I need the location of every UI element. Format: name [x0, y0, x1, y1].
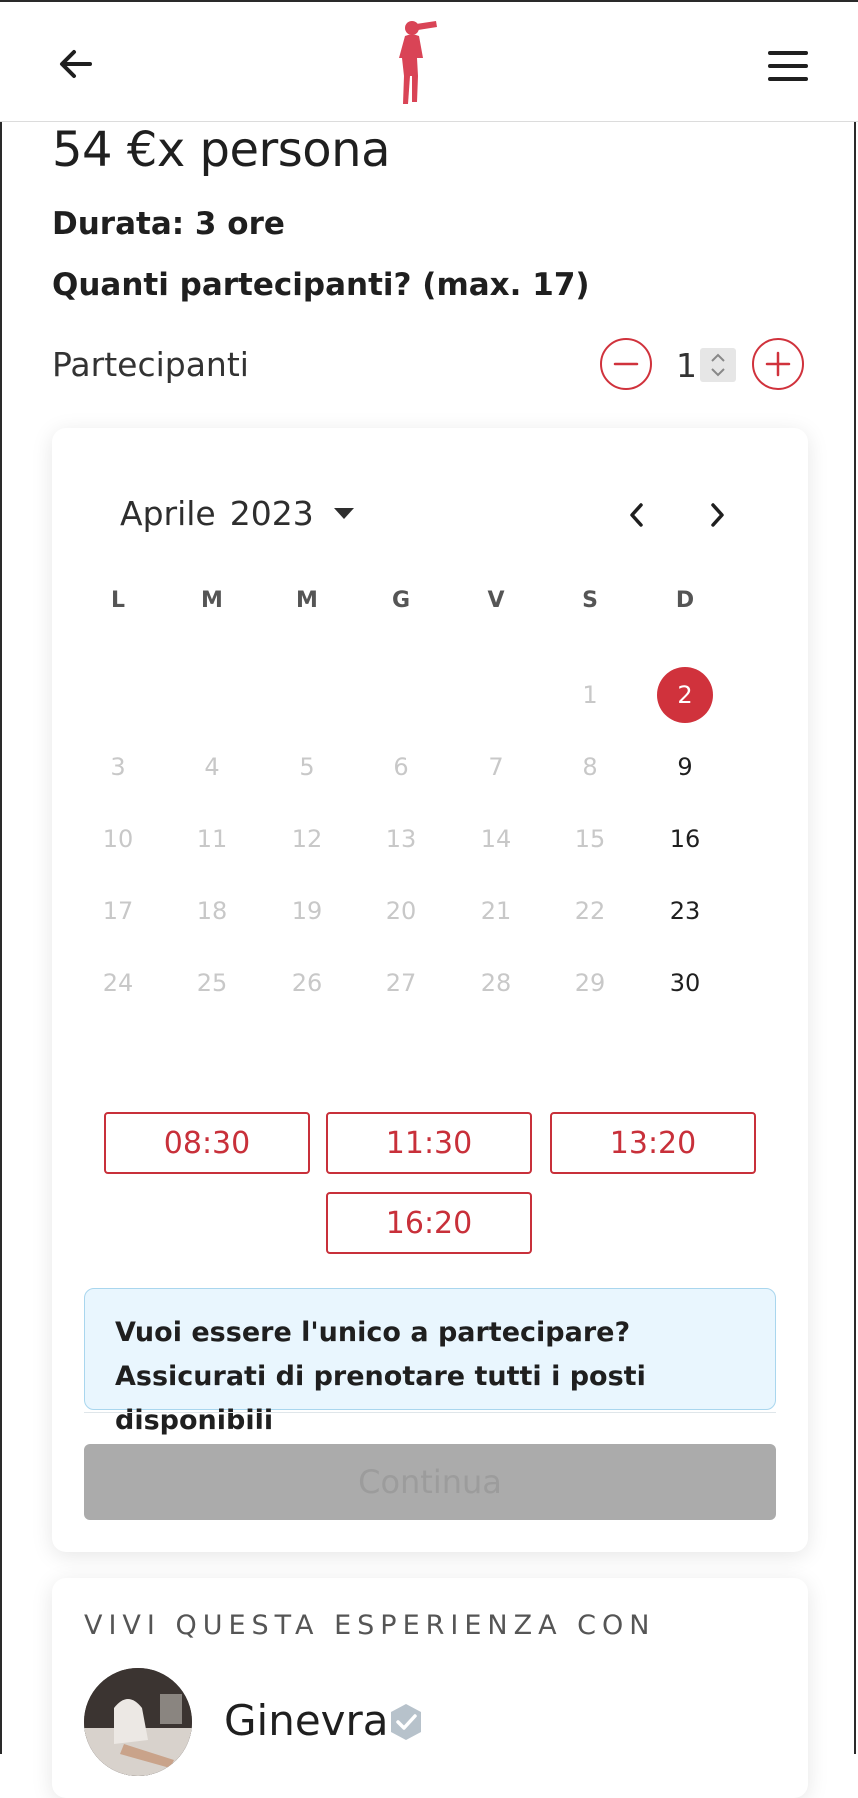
- calendar-year: 2023: [229, 494, 314, 533]
- divider: [84, 1412, 776, 1413]
- calendar-day: 28: [480, 969, 512, 997]
- host-photo: [84, 1668, 192, 1776]
- plus-icon: [765, 351, 791, 377]
- time-slot-button[interactable]: 08:30: [104, 1112, 310, 1174]
- calendar-day: 8: [582, 753, 598, 781]
- weekday-label: D: [675, 588, 695, 613]
- top-navigation-bar: [0, 0, 858, 122]
- calendar-day: 24: [102, 969, 134, 997]
- explorer-silhouette-logo[interactable]: [392, 18, 444, 108]
- verified-badge-icon: [391, 1704, 421, 1740]
- calendar-day: 14: [480, 825, 512, 853]
- host-card: VIVI QUESTA ESPERIENZA CON Ginevra: [52, 1578, 808, 1798]
- weekday-label: M: [201, 588, 223, 613]
- spinner-arrows-icon: [711, 353, 725, 377]
- back-button[interactable]: [50, 38, 102, 90]
- participants-question: Quanti partecipanti? (max. 17): [52, 267, 590, 303]
- caret-down-icon: [333, 508, 354, 519]
- minus-icon: [613, 362, 639, 366]
- calendar-day: 17: [102, 897, 134, 925]
- continue-button[interactable]: Continua: [84, 1444, 776, 1520]
- calendar-day: 18: [196, 897, 228, 925]
- calendar-day[interactable]: 16: [657, 811, 713, 867]
- calendar-month: Aprile: [120, 494, 216, 533]
- calendar-day: 5: [299, 753, 315, 781]
- time-slot-button[interactable]: 11:30: [326, 1112, 532, 1174]
- number-spinner[interactable]: [700, 348, 736, 382]
- next-month-button[interactable]: [692, 490, 742, 540]
- calendar-day: 21: [480, 897, 512, 925]
- participants-count[interactable]: 1: [676, 346, 697, 385]
- calendar-day[interactable]: 9: [657, 739, 713, 795]
- chevron-left-icon: [630, 503, 643, 527]
- calendar-day: 22: [574, 897, 606, 925]
- decrease-participants-button[interactable]: [600, 338, 652, 390]
- time-slot-button[interactable]: 16:20: [326, 1192, 532, 1254]
- info-message: Vuoi essere l'unico a partecipare? Assic…: [84, 1288, 776, 1436]
- calendar-day: 15: [574, 825, 606, 853]
- calendar-day-selected[interactable]: 2: [657, 667, 713, 723]
- increase-participants-button[interactable]: [752, 338, 804, 390]
- weekday-label: S: [582, 588, 598, 613]
- weekday-label: G: [391, 588, 411, 613]
- arrow-left-icon: [60, 50, 92, 78]
- calendar-day: 19: [291, 897, 323, 925]
- host-section-title: VIVI QUESTA ESPERIENZA CON: [84, 1610, 656, 1641]
- month-year-selector[interactable]: Aprile 2023: [120, 494, 354, 533]
- calendar-day: 20: [385, 897, 417, 925]
- calendar-day: 11: [196, 825, 228, 853]
- price-per-person: 54 €x persona: [52, 122, 390, 178]
- calendar-day: 13: [385, 825, 417, 853]
- time-slot-button[interactable]: 13:20: [550, 1112, 756, 1174]
- booking-card: Aprile 2023 LMMGVSD 1 2 3 4 5 6 7 8 9 10 11 12 13 14 1…: [52, 428, 808, 1552]
- weekday-label: V: [487, 588, 505, 613]
- participants-label: Partecipanti: [52, 345, 249, 384]
- calendar-day: 4: [204, 753, 220, 781]
- calendar-day: 10: [102, 825, 134, 853]
- calendar-day[interactable]: 23: [657, 883, 713, 939]
- calendar-day: 25: [196, 969, 228, 997]
- duration: Durata: 3 ore: [52, 206, 285, 242]
- hamburger-menu-icon: [768, 51, 808, 81]
- calendar-day: 6: [393, 753, 409, 781]
- chevron-right-icon: [711, 503, 724, 527]
- calendar-day: 12: [291, 825, 323, 853]
- calendar-day: 26: [291, 969, 323, 997]
- calendar-day: 7: [488, 753, 504, 781]
- weekday-label: L: [110, 588, 126, 613]
- menu-button[interactable]: [762, 40, 814, 92]
- previous-month-button[interactable]: [612, 490, 662, 540]
- host-avatar[interactable]: [84, 1668, 192, 1776]
- calendar-day: 29: [574, 969, 606, 997]
- weekday-label: M: [296, 588, 318, 613]
- calendar-day: 27: [385, 969, 417, 997]
- calendar-day: 3: [110, 753, 126, 781]
- host-name: Ginevra: [224, 1696, 389, 1745]
- calendar-day[interactable]: 30: [657, 955, 713, 1011]
- calendar-day: 1: [582, 681, 598, 709]
